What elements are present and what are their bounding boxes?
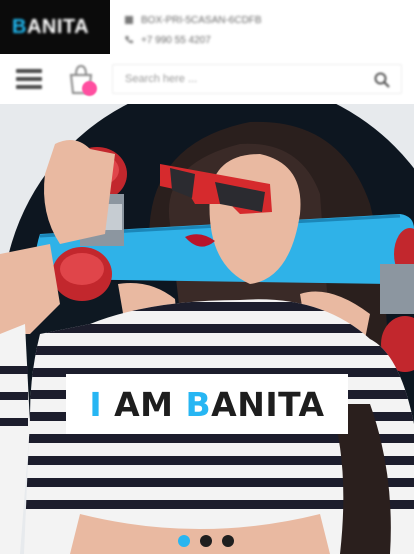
hamburger-icon[interactable] bbox=[16, 66, 46, 92]
slider-dot-3[interactable] bbox=[222, 535, 234, 547]
hero-title-rest: ANITA bbox=[211, 384, 325, 424]
contact-phone[interactable]: +7 990 55 4207 bbox=[141, 35, 211, 46]
hero-title-mid: AM bbox=[102, 384, 186, 424]
slider-dot-2[interactable] bbox=[200, 535, 212, 547]
slider-pagination bbox=[178, 535, 244, 547]
search-input[interactable] bbox=[113, 65, 353, 93]
hero-title: I AM BANITA bbox=[89, 385, 324, 424]
contact-address-row: BOX-PRI-5CASAN-6CDFB bbox=[124, 10, 414, 30]
slider-dot-1[interactable] bbox=[178, 535, 190, 547]
hero-slider[interactable]: I AM BANITA bbox=[0, 104, 414, 554]
site-header: BANITA BOX-PRI-5CASAN-6CDFB +7 990 55 42… bbox=[0, 0, 414, 104]
logo-text: BANITA bbox=[12, 16, 89, 39]
location-icon bbox=[125, 16, 133, 24]
site-logo[interactable]: BANITA bbox=[0, 0, 110, 54]
hero-image bbox=[0, 104, 414, 554]
contact-phone-row: +7 990 55 4207 bbox=[124, 30, 414, 50]
cart-count-badge bbox=[82, 81, 97, 96]
logo-first-letter: B bbox=[12, 15, 27, 38]
phone-icon bbox=[125, 36, 133, 44]
logo-rest: ANITA bbox=[26, 15, 90, 38]
search-bar bbox=[112, 64, 402, 94]
magnifier-icon[interactable] bbox=[373, 71, 391, 89]
hero-title-first: I bbox=[89, 384, 103, 424]
contact-info: BOX-PRI-5CASAN-6CDFB +7 990 55 4207 bbox=[124, 10, 414, 50]
hero-title-accent: B bbox=[185, 384, 212, 424]
contact-address: BOX-PRI-5CASAN-6CDFB bbox=[141, 14, 262, 26]
hero-caption: I AM BANITA bbox=[66, 374, 348, 434]
